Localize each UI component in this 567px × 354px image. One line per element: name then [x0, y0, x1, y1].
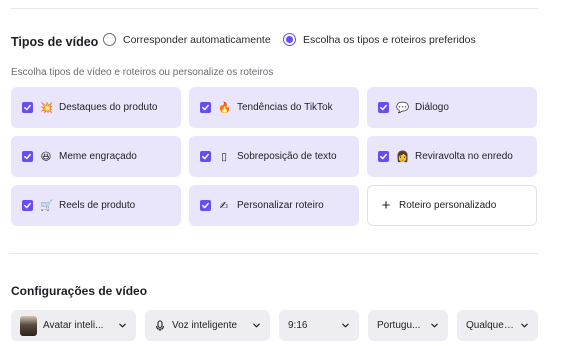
- add-custom-script-button[interactable]: + Roteiro personalizado: [367, 185, 537, 226]
- language-label: Portugu...: [377, 320, 421, 331]
- card-label: Diálogo: [415, 102, 449, 113]
- video-types-title: Tipos de vídeo: [11, 35, 99, 49]
- radio-preferred-types-circle[interactable]: [283, 33, 296, 46]
- card-funny-meme[interactable]: 😆 Meme engraçado: [11, 136, 181, 177]
- language-dropdown[interactable]: Portugu...: [368, 310, 448, 341]
- card-plot-twist[interactable]: 👩 Reviravolta no enredo: [367, 136, 537, 177]
- fire-icon: 🔥: [218, 102, 232, 114]
- card-label: Tendências do TikTok: [237, 102, 333, 113]
- avatar-thumbnail: [20, 315, 37, 336]
- radio-auto-match-circle[interactable]: [103, 33, 116, 46]
- avatar-dropdown[interactable]: Avatar inteli...: [11, 310, 136, 341]
- aspect-ratio-dropdown[interactable]: 9:16: [279, 310, 359, 341]
- card-label: Meme engraçado: [59, 151, 137, 162]
- cart-icon: 🛒: [40, 200, 54, 212]
- chevron-down-icon: [431, 323, 438, 328]
- radio-preferred-types-label: Escolha os tipos e roteiros preferidos: [303, 33, 476, 46]
- voice-dropdown[interactable]: Voz inteligente: [145, 310, 270, 341]
- checkbox-checked-icon[interactable]: [200, 200, 211, 211]
- card-label: Roteiro personalizado: [399, 200, 497, 211]
- plus-icon: +: [381, 197, 391, 214]
- card-text-overlay[interactable]: ▯ Sobreposição de texto: [189, 136, 359, 177]
- burst-icon: 💥: [40, 102, 54, 114]
- speech-bubble-icon: 💬: [396, 102, 410, 114]
- aspect-ratio-label: 9:16: [288, 320, 308, 331]
- duration-label: Qualquer d: [466, 320, 514, 331]
- person-icon: 👩: [396, 151, 410, 163]
- text-overlay-icon: ▯: [221, 150, 227, 163]
- card-product-reels[interactable]: 🛒 Reels de produto: [11, 185, 181, 226]
- duration-dropdown[interactable]: Qualquer d: [457, 310, 538, 341]
- video-type-grid: 💥 Destaques do produto 🔥 Tendências do T…: [11, 87, 538, 227]
- radio-auto-match-label: Corresponder automaticamente: [123, 33, 271, 46]
- laughing-face-icon: 😆: [40, 150, 52, 163]
- section-divider: [10, 253, 538, 254]
- checkbox-checked-icon[interactable]: [22, 102, 33, 113]
- card-customize-script[interactable]: ✍ Personalizar roteiro: [189, 185, 359, 226]
- card-tiktok-trends[interactable]: 🔥 Tendências do TikTok: [189, 87, 359, 128]
- video-types-hint: Escolha tipos de vídeo e roteiros ou per…: [11, 67, 274, 78]
- chevron-down-icon: [521, 323, 528, 328]
- avatar-dropdown-label: Avatar inteli...: [43, 320, 104, 331]
- chevron-down-icon: [253, 323, 260, 328]
- checkbox-checked-icon[interactable]: [22, 200, 33, 211]
- microphone-icon: [155, 319, 165, 331]
- checkbox-checked-icon[interactable]: [378, 151, 389, 162]
- card-dialogue[interactable]: 💬 Diálogo: [367, 87, 537, 128]
- card-label: Destaques do produto: [59, 102, 158, 113]
- top-divider: [10, 8, 538, 9]
- radio-preferred-types[interactable]: Escolha os tipos e roteiros preferidos: [283, 33, 476, 46]
- checkbox-checked-icon[interactable]: [378, 102, 389, 113]
- chevron-down-icon: [342, 323, 349, 328]
- card-product-highlights[interactable]: 💥 Destaques do produto: [11, 87, 181, 128]
- card-label: Reviravolta no enredo: [415, 151, 513, 162]
- card-label: Reels de produto: [59, 200, 136, 211]
- video-settings-title: Configurações de vídeo: [11, 284, 148, 298]
- checkbox-checked-icon[interactable]: [200, 102, 211, 113]
- chevron-down-icon: [119, 323, 126, 328]
- checkbox-checked-icon[interactable]: [22, 151, 33, 162]
- card-label: Sobreposição de texto: [237, 151, 337, 162]
- radio-auto-match[interactable]: Corresponder automaticamente: [103, 33, 271, 46]
- writing-hand-icon: ✍: [219, 199, 229, 212]
- checkbox-checked-icon[interactable]: [200, 151, 211, 162]
- card-label: Personalizar roteiro: [237, 200, 324, 211]
- voice-dropdown-label: Voz inteligente: [172, 320, 238, 331]
